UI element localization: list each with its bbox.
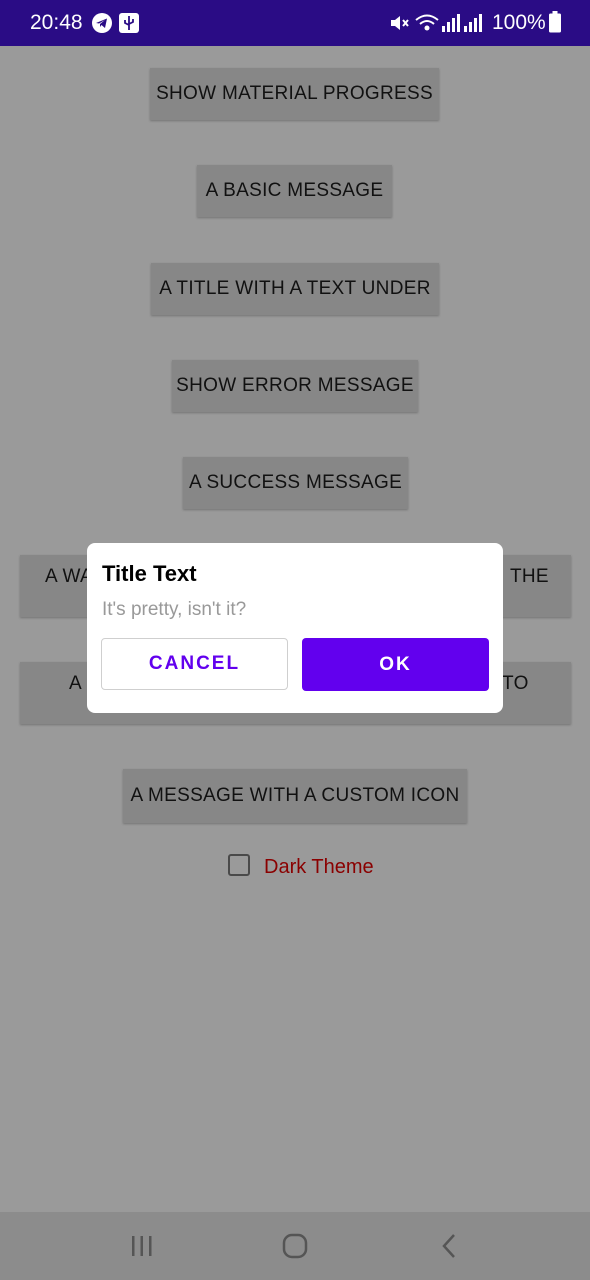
basic-message-button[interactable]: A BASIC MESSAGE xyxy=(197,165,392,217)
button-label: A TITLE WITH A TEXT UNDER xyxy=(159,278,431,299)
button-label-left: A WA xyxy=(45,566,94,587)
show-material-progress-button[interactable]: SHOW MATERIAL PROGRESS xyxy=(150,68,439,120)
button-label: SHOW MATERIAL PROGRESS xyxy=(156,83,433,104)
button-label: A BASIC MESSAGE xyxy=(205,180,384,201)
custom-icon-message-button[interactable]: A MESSAGE WITH A CUSTOM ICON xyxy=(123,769,467,823)
success-message-button[interactable]: A SUCCESS MESSAGE xyxy=(183,457,408,509)
battery-icon xyxy=(549,11,561,38)
battery-percent: 100% xyxy=(492,11,546,34)
dialog-message: It's pretty, isn't it? xyxy=(102,599,247,620)
title-with-text-button[interactable]: A TITLE WITH A TEXT UNDER xyxy=(151,263,439,315)
mute-icon xyxy=(388,12,410,39)
usb-icon xyxy=(118,12,140,39)
button-label: SHOW ERROR MESSAGE xyxy=(176,375,414,396)
dark-theme-label: Dark Theme xyxy=(264,856,374,878)
button-label: A SUCCESS MESSAGE xyxy=(188,472,403,493)
cancel-button[interactable]: CANCEL xyxy=(101,638,288,690)
status-time: 20:48 xyxy=(30,11,83,34)
button-label-right: THE xyxy=(510,566,549,587)
home-icon[interactable] xyxy=(281,1232,309,1265)
status-bar: 20:48 100% xyxy=(0,0,590,46)
telegram-icon xyxy=(91,12,113,39)
button-label: A MESSAGE WITH A CUSTOM ICON xyxy=(130,785,460,806)
show-error-message-button[interactable]: SHOW ERROR MESSAGE xyxy=(172,360,418,412)
dialog-title: Title Text xyxy=(102,561,197,586)
dialog: Title Text It's pretty, isn't it? CANCEL… xyxy=(87,543,503,713)
dark-theme-checkbox[interactable] xyxy=(228,854,250,876)
button-label-left: A xyxy=(69,673,82,694)
button-label-right: TO xyxy=(502,673,529,694)
signal-icon xyxy=(441,12,461,39)
wifi-icon xyxy=(414,12,440,39)
back-icon[interactable] xyxy=(436,1232,464,1265)
navigation-bar xyxy=(0,1212,590,1280)
ok-button[interactable]: OK xyxy=(302,638,489,691)
signal-icon xyxy=(463,12,483,39)
recent-apps-icon[interactable] xyxy=(128,1232,156,1265)
